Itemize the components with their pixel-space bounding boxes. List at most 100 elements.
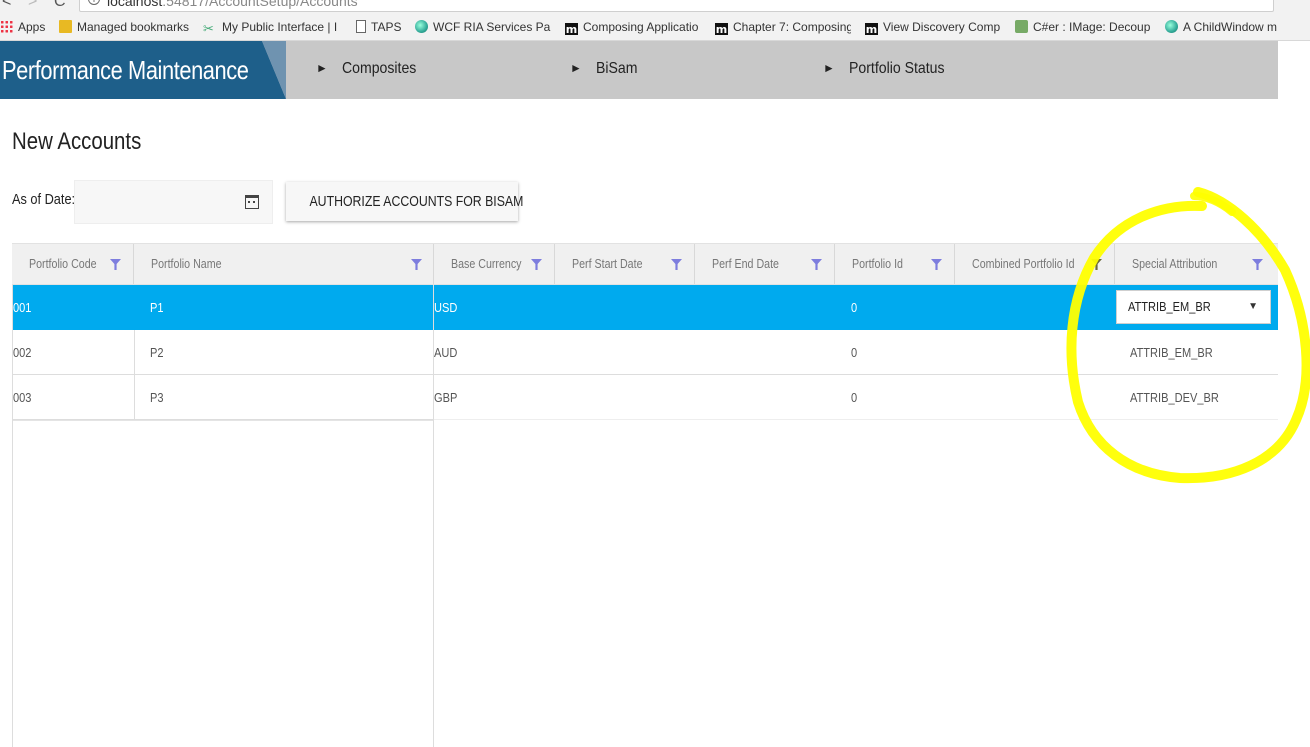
col-header-label: Base Currency — [451, 256, 522, 271]
as-of-date-label: As of Date: — [12, 191, 76, 208]
play-arrow-icon: ► — [570, 61, 582, 75]
bookmark-label: Chapter 7: Composing — [733, 20, 851, 34]
pinned-section-border — [433, 285, 434, 747]
bookmark-childwindow[interactable]: A ChildWindow m — [1165, 19, 1278, 35]
nav-portfolio-status[interactable]: ► Portfolio Status — [823, 60, 957, 78]
pinned-column-divider — [134, 330, 135, 420]
bookmark-composing[interactable]: m Composing Applicatio — [565, 19, 701, 35]
bookmark-taps[interactable]: TAPS — [356, 19, 401, 35]
bookmark-label: WCF RIA Services Part — [433, 20, 551, 34]
cell-portfolio-id: 0 — [851, 345, 858, 360]
cell-portfolio-code: 003 — [13, 390, 32, 405]
table-row[interactable]: 001 P1 USD 0 ATTRIB_EM_BR ▼ — [12, 285, 1278, 330]
table-row[interactable]: 003 P3 GBP 0 ATTRIB_DEV_BR — [12, 375, 1278, 420]
reload-icon[interactable]: C — [54, 0, 66, 11]
row-divider — [12, 374, 1278, 375]
bookmark-label: C#er : IMage: Decoup — [1033, 20, 1151, 34]
nav-label: BiSam — [595, 60, 638, 77]
col-header-label: Portfolio Name — [151, 256, 222, 271]
cell-special-attribution: ATTRIB_EM_BR — [1130, 345, 1213, 360]
cell-base-currency: USD — [434, 300, 458, 315]
authorize-accounts-button[interactable]: AUTHORIZE ACCOUNTS FOR BISAM — [286, 182, 523, 221]
cell-portfolio-id: 0 — [851, 300, 858, 315]
accounts-grid: Portfolio Code Portfolio Name Base Curre… — [12, 243, 1278, 747]
col-header-label: Portfolio Id — [852, 256, 903, 271]
col-header-label: Special Attribution — [1132, 256, 1218, 271]
filter-icon[interactable] — [411, 259, 422, 270]
chevron-down-icon[interactable]: ▼ — [1248, 291, 1258, 323]
nav-label: Composites — [341, 60, 417, 77]
filter-icon[interactable] — [931, 259, 942, 270]
globe-icon — [415, 20, 428, 33]
filter-icon[interactable] — [811, 259, 822, 270]
filter-icon[interactable] — [671, 259, 682, 270]
cell-base-currency: AUD — [434, 345, 458, 360]
play-arrow-icon: ► — [823, 61, 835, 75]
filter-icon[interactable] — [110, 259, 121, 270]
col-header-label: Combined Portfolio Id — [972, 256, 1075, 271]
col-header-label: Perf Start Date — [572, 256, 643, 271]
url-host: localhost — [107, 0, 163, 9]
bookmark-chapter7[interactable]: m Chapter 7: Composing — [715, 19, 851, 35]
as-of-date-input[interactable] — [81, 191, 231, 213]
bookmark-public-interface[interactable]: ✂ My Public Interface | I — [203, 19, 338, 35]
cell-portfolio-name: P3 — [150, 390, 164, 405]
bookmark-wcf[interactable]: WCF RIA Services Part — [415, 19, 551, 35]
col-header-label: Portfolio Code — [29, 256, 97, 271]
col-header-special-attribution[interactable]: Special Attribution — [1115, 244, 1278, 284]
nav-bisam[interactable]: ► BiSam — [570, 60, 643, 78]
forward-icon[interactable]: > — [28, 0, 37, 11]
nav-label: Portfolio Status — [848, 60, 945, 77]
row-divider — [12, 420, 434, 421]
bookmark-csharper[interactable]: C#er : IMage: Decoup — [1015, 19, 1151, 35]
col-header-base-currency[interactable]: Base Currency — [434, 244, 555, 284]
bookmark-label: View Discovery Comp — [883, 20, 1001, 34]
filter-icon[interactable] — [1091, 259, 1102, 270]
col-header-perf-start-date[interactable]: Perf Start Date — [555, 244, 695, 284]
url-path: :54817/AccountSetup/Accounts — [162, 0, 358, 9]
bookmark-view-discovery[interactable]: m View Discovery Comp — [865, 19, 1001, 35]
page-icon — [356, 20, 366, 33]
dropdown-value: ATTRIB_EM_BR — [1128, 299, 1211, 314]
col-header-portfolio-code[interactable]: Portfolio Code — [12, 244, 134, 284]
cell-special-attribution: ATTRIB_DEV_BR — [1130, 390, 1219, 405]
m-logo-icon: m — [715, 23, 728, 35]
globe-icon — [1165, 20, 1178, 33]
col-header-portfolio-id[interactable]: Portfolio Id — [835, 244, 955, 284]
app-header: Performance Maintenance ► Composites ► BiS… — [0, 41, 1278, 99]
special-attribution-dropdown[interactable]: ATTRIB_EM_BR ▼ — [1116, 290, 1271, 324]
nav-composites[interactable]: ► Composites — [316, 60, 426, 78]
bookmarks-bar: Apps Managed bookmarks ✂ My Public Interf… — [0, 13, 1310, 41]
bookmark-apps[interactable]: Apps — [0, 19, 45, 35]
col-header-perf-end-date[interactable]: Perf End Date — [695, 244, 835, 284]
page-title: New Accounts — [12, 128, 142, 155]
back-icon[interactable]: < — [2, 0, 11, 11]
bookmark-managed[interactable]: Managed bookmarks — [59, 19, 189, 35]
table-row[interactable]: 002 P2 AUD 0 ATTRIB_EM_BR — [12, 330, 1278, 375]
grid-left-border — [12, 285, 13, 747]
cell-portfolio-code: 002 — [13, 345, 32, 360]
grid-header-row: Portfolio Code Portfolio Name Base Curre… — [12, 243, 1278, 285]
url-text[interactable]: localhost:54817/AccountSetup/Accounts — [107, 0, 358, 9]
col-header-portfolio-name[interactable]: Portfolio Name — [134, 244, 434, 284]
play-arrow-icon: ► — [316, 61, 328, 75]
cell-portfolio-name: P2 — [150, 345, 164, 360]
m-logo-icon: m — [865, 23, 878, 35]
row-divider — [434, 419, 1278, 420]
filter-icon[interactable] — [1252, 259, 1263, 270]
m-logo-icon: m — [565, 23, 578, 35]
col-header-combined-portfolio-id[interactable]: Combined Portfolio Id — [955, 244, 1115, 284]
app-title[interactable]: Performance Maintenance — [2, 55, 249, 86]
tool-icon: ✂ — [203, 21, 214, 35]
as-of-date-field[interactable] — [74, 180, 273, 224]
apps-grid-icon — [0, 20, 13, 33]
cell-portfolio-name: P1 — [150, 300, 164, 315]
bookmark-label: A ChildWindow m — [1183, 20, 1278, 34]
csharp-icon — [1015, 20, 1028, 33]
bookmark-label: Managed bookmarks — [77, 20, 190, 34]
col-header-label: Perf End Date — [712, 256, 779, 271]
filter-icon[interactable] — [531, 259, 542, 270]
cell-portfolio-code: 001 — [13, 300, 32, 315]
calendar-icon[interactable] — [245, 195, 259, 209]
cell-base-currency: GBP — [434, 390, 458, 405]
